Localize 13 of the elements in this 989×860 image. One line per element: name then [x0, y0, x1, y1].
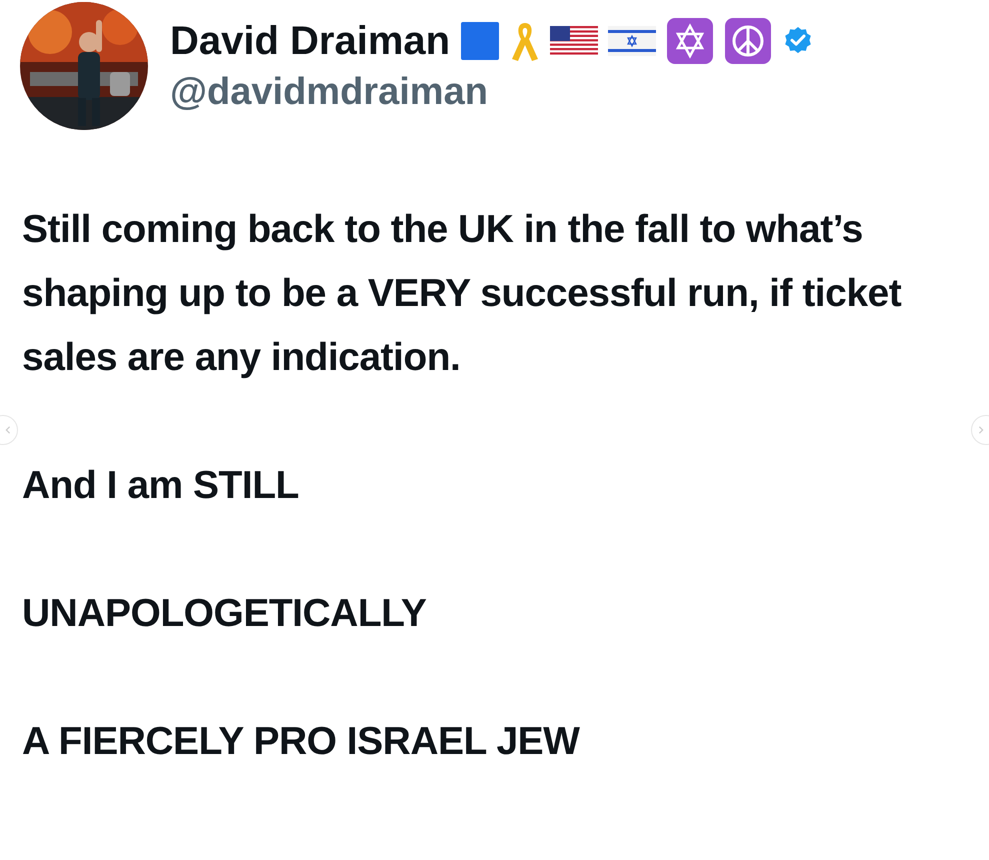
- chevron-left-icon: [4, 426, 12, 434]
- tweet-text: UNAPOLOGETICALLY: [22, 591, 428, 637]
- flag-icon: [608, 26, 656, 56]
- star-of-david-icon: [666, 17, 714, 65]
- chevron-right-icon: [977, 426, 985, 434]
- author-handle: @davidmdraiman: [170, 70, 489, 115]
- tweet-text: A FIERCELY PRO ISRAEL JEW: [22, 719, 581, 765]
- square-icon: [460, 21, 500, 61]
- peace-icon: [724, 17, 772, 65]
- tweet-text: And I am STILL: [22, 463, 300, 509]
- tweet-text: Still coming back to the UK in the fall to what’s shaping up to be a VERY successful run, if ticket sales are any indication.: [22, 207, 902, 381]
- author-name: David Draiman: [170, 18, 450, 65]
- flag-icon: [550, 26, 598, 56]
